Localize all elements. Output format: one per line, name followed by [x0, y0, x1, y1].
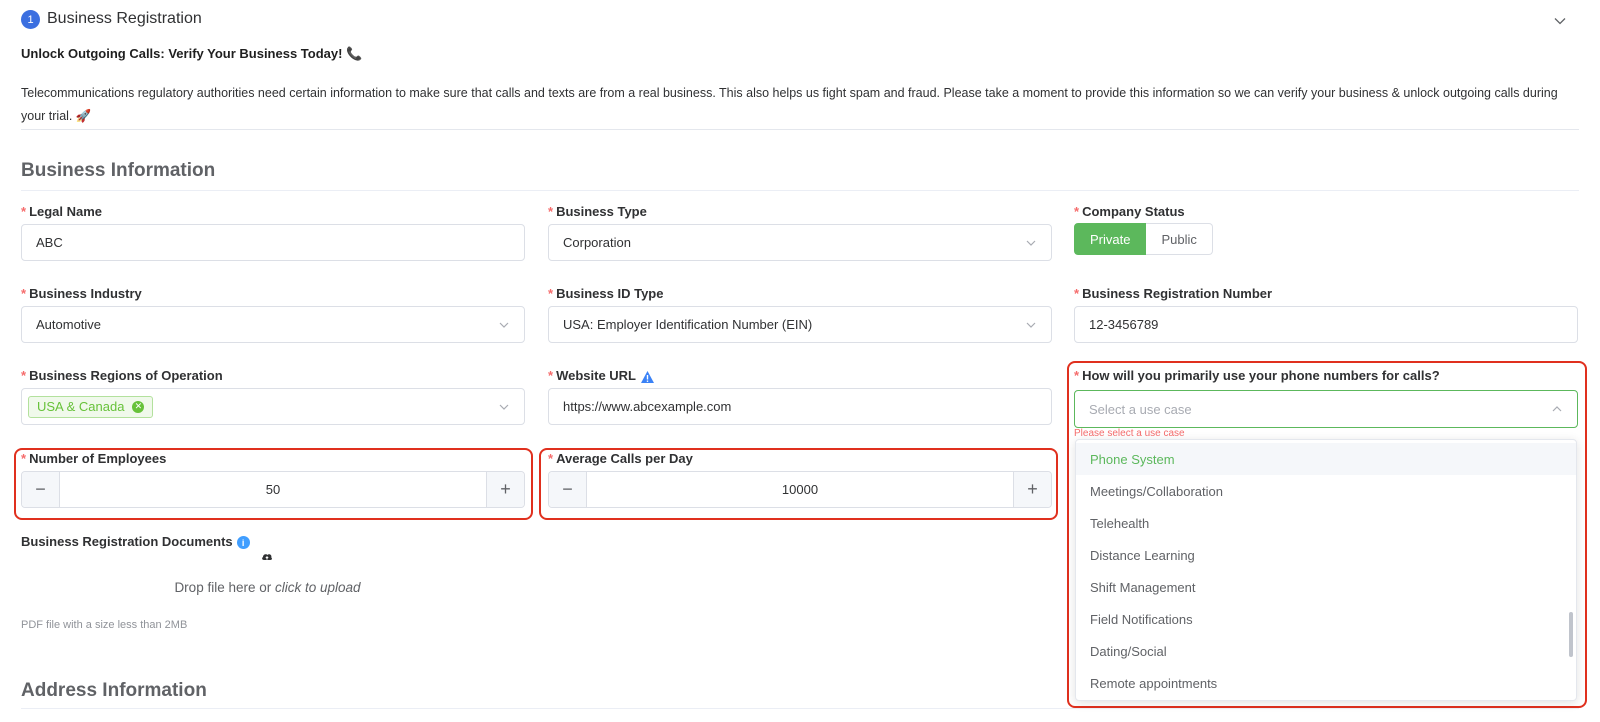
use-case-option[interactable]: Shift Management	[1076, 571, 1576, 603]
company-status-private[interactable]: Private	[1074, 223, 1147, 255]
chevron-down-icon	[1026, 240, 1036, 246]
employees-stepper[interactable]: − 50 +	[21, 471, 525, 508]
business-industry-select[interactable]: Automotive	[21, 306, 525, 343]
upload-drop-zone[interactable]: Drop file here or click to upload	[0, 580, 535, 595]
employees-value[interactable]: 50	[60, 472, 486, 507]
use-case-option[interactable]: Field Notifications	[1076, 603, 1576, 635]
avg-calls-stepper[interactable]: − 10000 +	[548, 471, 1052, 508]
chevron-down-icon[interactable]	[1553, 14, 1567, 28]
business-id-type-select[interactable]: USA: Employer Identification Number (EIN…	[548, 306, 1052, 343]
warning-icon[interactable]	[640, 370, 655, 384]
legal-name-input[interactable]: ABC	[21, 224, 525, 261]
section-title-address-information: Address Information	[21, 680, 207, 701]
step-title[interactable]: Business Registration	[47, 10, 202, 28]
increment-button[interactable]: +	[1013, 472, 1051, 507]
company-status-label: * Company Status	[1074, 204, 1185, 219]
section-title-business-information: Business Information	[21, 160, 216, 181]
dropdown-scrollbar[interactable]	[1569, 612, 1573, 657]
chevron-down-icon	[1026, 322, 1036, 328]
step-number-badge: 1	[21, 10, 40, 29]
decrement-button[interactable]: −	[549, 472, 587, 507]
business-registration-number-label: * Business Registration Number	[1074, 286, 1273, 301]
close-icon[interactable]: ✕	[132, 400, 145, 413]
use-case-option[interactable]: Dating/Social	[1076, 635, 1576, 667]
use-case-option[interactable]: Distance Learning	[1076, 539, 1576, 571]
use-case-option[interactable]: Meetings/Collaboration	[1076, 475, 1576, 507]
use-case-option[interactable]: Telehealth	[1076, 507, 1576, 539]
click-to-upload-link[interactable]: click to upload	[275, 580, 361, 595]
documents-label: Business Registration Documents i	[21, 534, 250, 550]
chevron-down-icon	[499, 404, 509, 410]
divider	[21, 190, 1579, 191]
divider	[21, 708, 1579, 709]
avg-calls-value[interactable]: 10000	[587, 472, 1013, 507]
business-id-type-label: * Business ID Type	[548, 286, 664, 301]
headline: Unlock Outgoing Calls: Verify Your Busin…	[21, 46, 363, 61]
decrement-button[interactable]: −	[22, 472, 60, 507]
increment-button[interactable]: +	[486, 472, 524, 507]
business-registration-number-input[interactable]: 12-3456789	[1074, 306, 1578, 343]
use-case-select[interactable]: Select a use case	[1074, 390, 1578, 428]
business-industry-label: * Business Industry	[21, 286, 142, 301]
legal-name-label: * Legal Name	[21, 204, 103, 219]
employees-label: * Number of Employees	[21, 451, 167, 466]
website-url-label: * Website URL	[548, 368, 655, 384]
avg-calls-label: * Average Calls per Day	[548, 451, 693, 466]
use-case-label: * How will you primarily use your phone n…	[1074, 368, 1440, 383]
company-status-radio-group: Private Public	[1074, 223, 1213, 255]
cloud-upload-icon[interactable]	[261, 551, 273, 563]
use-case-dropdown: Phone System Meetings/Collaboration Tele…	[1075, 439, 1577, 701]
divider	[21, 129, 1579, 130]
business-type-label: * Business Type	[548, 204, 647, 219]
upload-tip: PDF file with a size less than 2MB	[21, 619, 188, 631]
intro-text: Telecommunications regulatory authoritie…	[21, 86, 1558, 123]
use-case-option[interactable]: Remote appointments	[1076, 667, 1576, 699]
business-regions-label: * Business Regions of Operation	[21, 368, 223, 383]
website-url-input[interactable]: https://www.abcexample.com	[548, 388, 1052, 425]
company-status-public[interactable]: Public	[1146, 223, 1213, 255]
region-tag: USA & Canada ✕	[28, 395, 154, 418]
chevron-up-icon	[1552, 406, 1562, 412]
use-case-option[interactable]: Phone System	[1076, 443, 1576, 475]
info-icon[interactable]: i	[236, 536, 250, 550]
business-regions-select[interactable]: USA & Canada ✕	[21, 388, 525, 425]
business-type-select[interactable]: Corporation	[548, 224, 1052, 261]
chevron-down-icon	[499, 322, 509, 328]
